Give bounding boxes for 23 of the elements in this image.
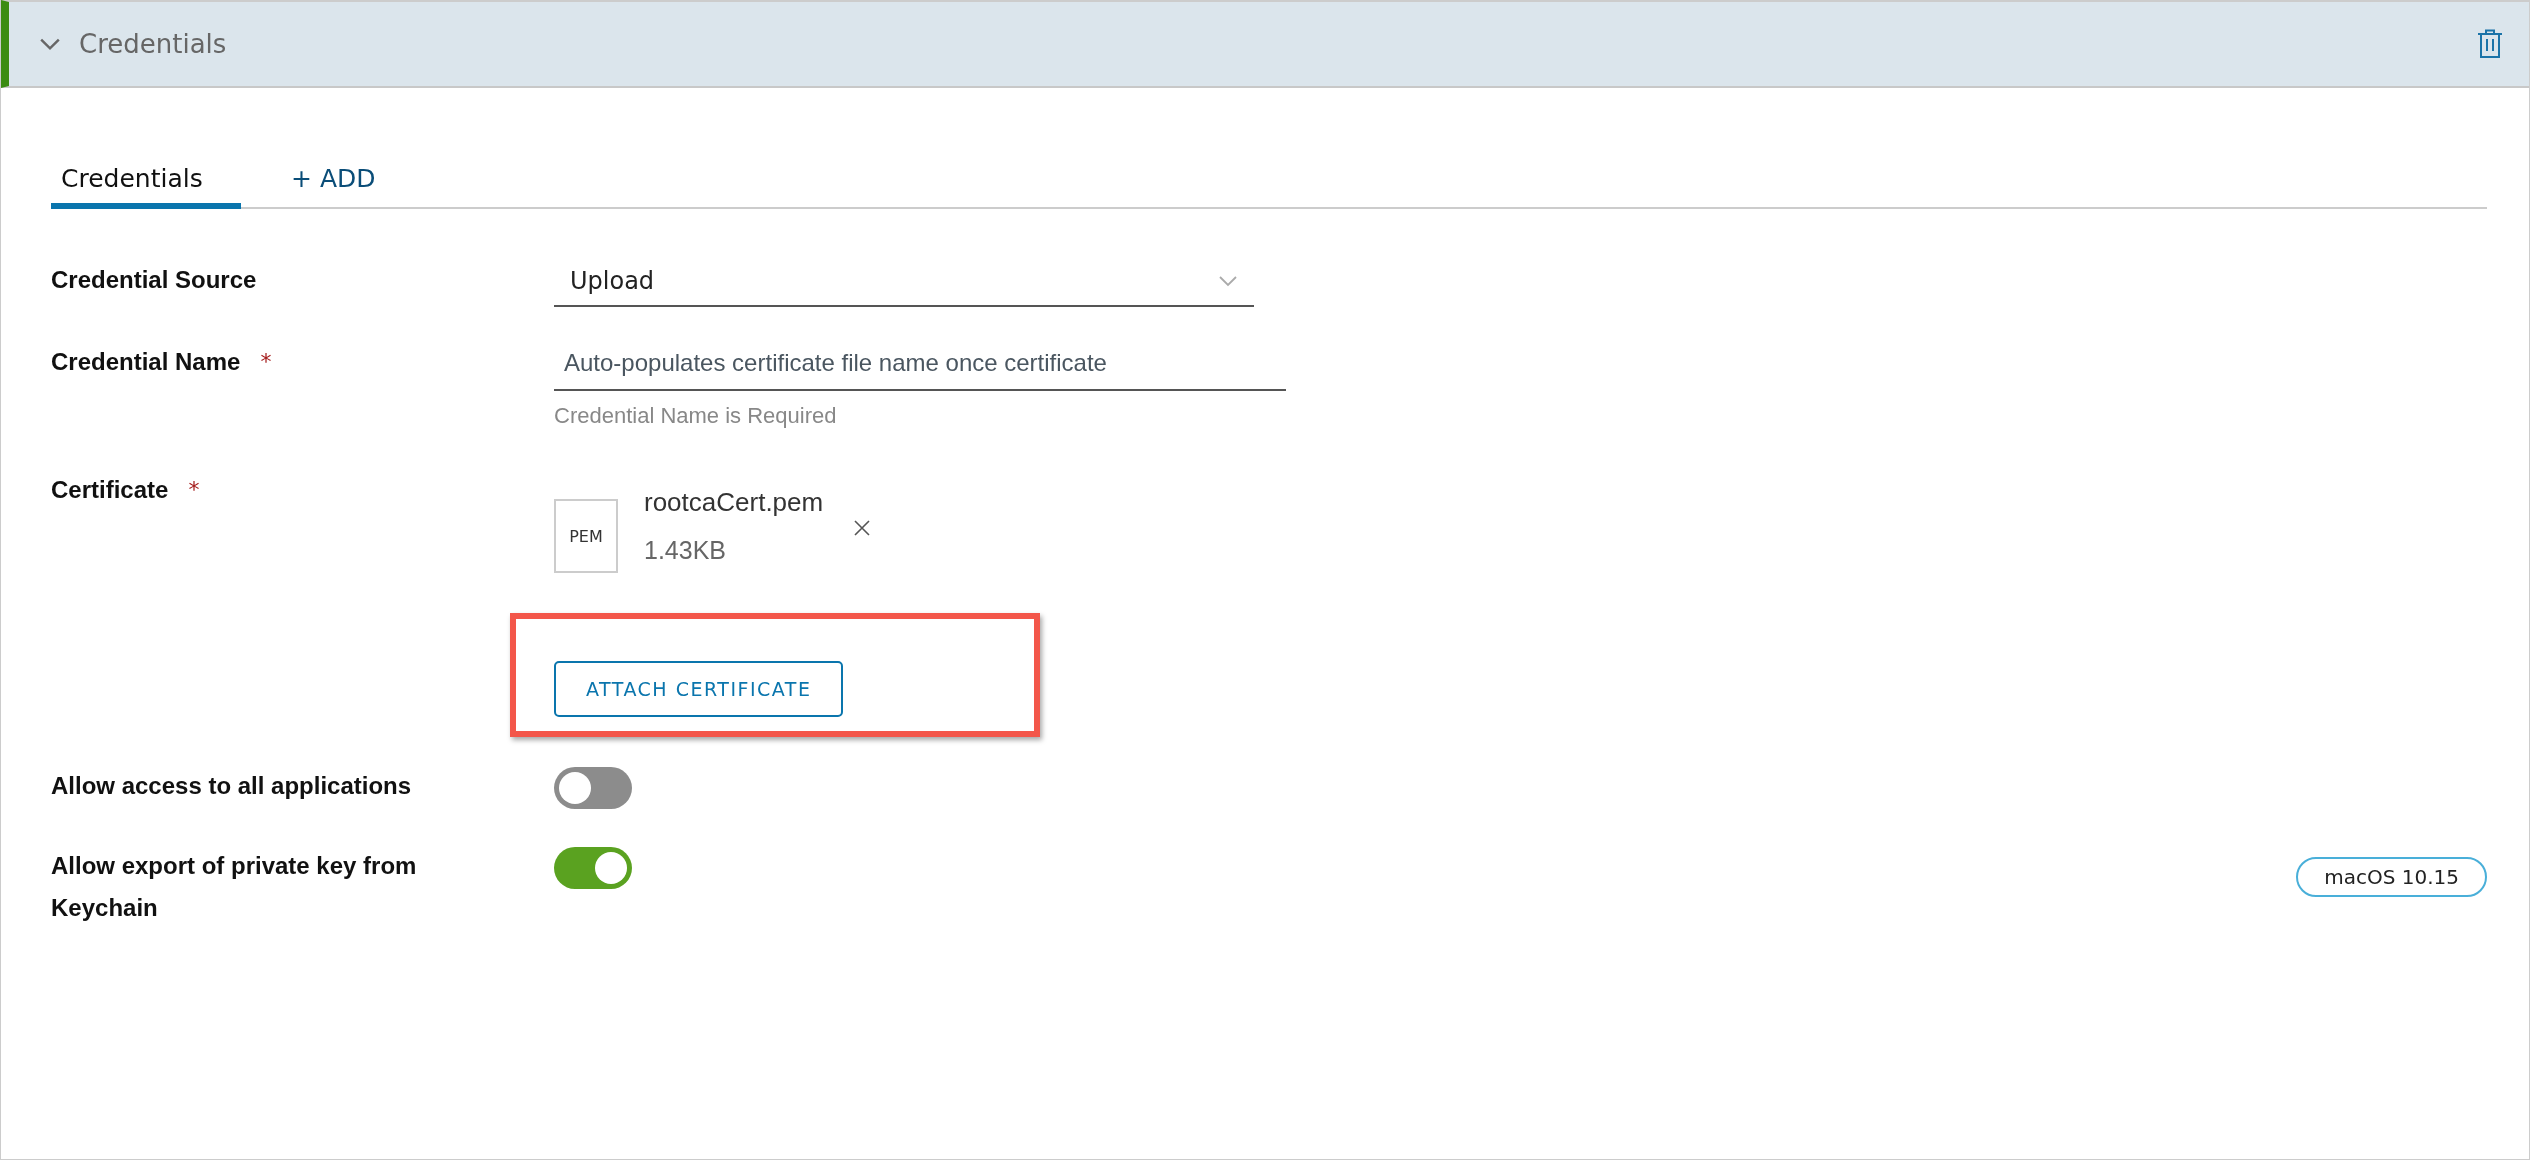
tab[interactable]: + ADD — [281, 158, 471, 209]
file-icon: PEM — [554, 499, 618, 573]
field-label: Credential Source — [51, 265, 257, 295]
toggle-switch[interactable] — [554, 847, 632, 889]
attach-certificate-button[interactable]: ATTACH CERTIFICATE — [554, 661, 844, 717]
file-name: rootcaCert.pem — [644, 487, 824, 518]
version-badge: macOS 10.15 — [2296, 857, 2487, 897]
tab[interactable]: Credentials — [51, 158, 241, 209]
field-label: Allow access to all applications — [51, 771, 412, 801]
field-label: Allow export of private key from Keychain — [51, 851, 418, 923]
panel-title: Credentials — [79, 29, 227, 59]
required-mark: * — [260, 348, 272, 376]
field-label: Credential Name — [51, 347, 241, 377]
helper-text: Credential Name is Required — [554, 403, 838, 429]
toggle-switch[interactable] — [554, 767, 632, 809]
chevron-icon[interactable] — [39, 37, 61, 51]
trash-icon[interactable] — [2477, 29, 2503, 59]
field-label: Certificate — [51, 475, 169, 505]
caret-icon — [1218, 275, 1238, 287]
source-select[interactable]: Upload — [554, 259, 1254, 307]
file-size: 1.43KB — [644, 536, 727, 565]
required-mark: * — [188, 476, 200, 504]
close-icon[interactable] — [853, 519, 872, 537]
